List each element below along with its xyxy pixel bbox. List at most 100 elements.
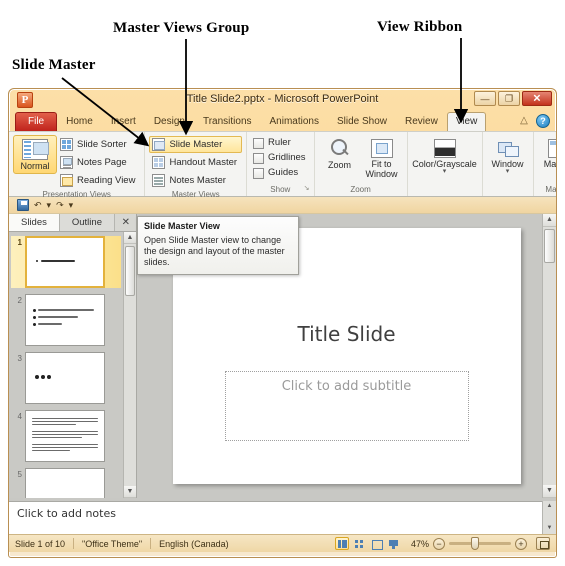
- status-slide-show-button[interactable]: [386, 537, 400, 550]
- window-caret-icon[interactable]: ▾: [487, 168, 529, 175]
- slides-panel-scrollbar[interactable]: ▲ ▼: [123, 232, 136, 498]
- tab-insert[interactable]: Insert: [102, 112, 145, 131]
- color-group-label: [412, 184, 478, 196]
- macros-icon: [547, 139, 556, 158]
- notes-page-button[interactable]: Notes Page: [57, 154, 140, 171]
- thumbnail-row-5[interactable]: 5: [11, 468, 121, 498]
- slides-panel: Slides Outline ✕ 1 2 3 4 5 ▲ ▼: [9, 214, 137, 498]
- ribbon-group-window: Window ▾: [481, 132, 533, 196]
- panel-tab-slides[interactable]: Slides: [9, 214, 60, 231]
- redo-icon[interactable]: ↷: [56, 200, 64, 210]
- tab-animations[interactable]: Animations: [261, 112, 328, 131]
- notes-master-button[interactable]: Notes Master: [149, 172, 242, 189]
- language-label[interactable]: English (Canada): [159, 539, 229, 549]
- ruler-checkbox-row[interactable]: Ruler: [251, 136, 310, 150]
- gridlines-checkbox-row[interactable]: Gridlines: [251, 151, 310, 165]
- macros-button[interactable]: Macros: [538, 137, 556, 171]
- slide-sorter-button[interactable]: Slide Sorter: [57, 136, 140, 153]
- slide-scroll-down-icon[interactable]: ▼: [543, 485, 556, 498]
- thumbnail-number: 3: [17, 354, 22, 363]
- ribbon-group-macros: Macros Macros: [532, 132, 556, 196]
- zoom-slider-track[interactable]: [449, 537, 511, 550]
- slide-master-tooltip: Slide Master View Open Slide Master view…: [137, 216, 299, 275]
- tab-design[interactable]: Design: [145, 112, 194, 131]
- customize-qat-icon[interactable]: ▾: [69, 200, 74, 210]
- panel-close-icon[interactable]: ✕: [115, 214, 136, 231]
- status-reading-view-button[interactable]: [369, 537, 383, 550]
- gridlines-label: Gridlines: [268, 152, 306, 163]
- scroll-up-icon[interactable]: ▲: [124, 232, 136, 244]
- ribbon-group-color: Color/Grayscale ▾: [406, 132, 482, 196]
- thumbnail-row-4[interactable]: 4: [11, 410, 121, 462]
- thumbnail-row-2[interactable]: 2: [11, 294, 121, 346]
- fit-slide-to-window-button[interactable]: [536, 537, 550, 550]
- collapse-ribbon-icon[interactable]: △: [518, 115, 530, 127]
- normal-view-button[interactable]: Normal: [13, 135, 57, 174]
- handout-master-button[interactable]: Handout Master: [149, 154, 242, 171]
- thumbnail-slide-2[interactable]: [25, 294, 105, 346]
- tab-home[interactable]: Home: [57, 112, 102, 131]
- undo-icon[interactable]: ↶: [34, 200, 42, 210]
- slide-scroll-thumb[interactable]: [544, 229, 555, 263]
- zoom-out-button[interactable]: −: [433, 537, 445, 550]
- ribbon-group-zoom: Zoom Fit to Window Zoom: [313, 132, 407, 196]
- notes-scrollbar[interactable]: ▲ ▼: [542, 501, 556, 534]
- color-grayscale-button[interactable]: Color/Grayscale ▾: [412, 137, 478, 177]
- slide-scrollbar[interactable]: ▲ ▼: [542, 214, 556, 498]
- notes-scroll-down-icon[interactable]: ▼: [543, 523, 556, 534]
- thumbnail-slide-1[interactable]: [25, 236, 105, 288]
- scroll-thumb[interactable]: [125, 246, 135, 296]
- zoom-in-button[interactable]: +: [515, 537, 527, 550]
- minimize-button[interactable]: —: [474, 91, 496, 106]
- help-icon[interactable]: ?: [536, 114, 550, 128]
- zoom-level-label: 47%: [410, 538, 429, 549]
- ribbon-group-show: Ruler Gridlines Guides Show ↘: [246, 132, 314, 196]
- notes-scroll-up-icon[interactable]: ▲: [543, 501, 556, 512]
- ruler-checkbox[interactable]: [253, 137, 265, 149]
- show-dialog-launcher-icon[interactable]: ↘: [304, 183, 310, 195]
- thumbnail-slide-5[interactable]: [25, 468, 105, 498]
- fit-to-window-button[interactable]: Fit to Window: [361, 137, 403, 181]
- color-grayscale-caret-icon[interactable]: ▾: [412, 168, 478, 175]
- slide-scroll-up-icon[interactable]: ▲: [543, 214, 556, 227]
- tab-view[interactable]: View: [446, 112, 487, 131]
- window-button[interactable]: Window ▾: [487, 137, 529, 177]
- thumbnail-slide-4[interactable]: [25, 410, 105, 462]
- tab-file[interactable]: File: [15, 112, 58, 131]
- master-views-list: Slide Master Handout Master Notes Master: [149, 135, 243, 189]
- tab-review[interactable]: Review: [396, 112, 447, 131]
- title-bar: P Title Slide2.pptx - Microsoft PowerPoi…: [9, 89, 556, 112]
- thumbnail-row-3[interactable]: 3: [11, 352, 121, 404]
- close-button[interactable]: ✕: [522, 91, 552, 106]
- fit-to-window-icon: [370, 139, 393, 158]
- guides-checkbox-row[interactable]: Guides: [251, 166, 310, 180]
- status-normal-view-button[interactable]: [335, 537, 349, 550]
- slide-master-button[interactable]: Slide Master: [149, 136, 243, 153]
- zoom-button[interactable]: Zoom: [319, 137, 361, 172]
- gridlines-checkbox[interactable]: [253, 152, 265, 164]
- theme-label[interactable]: "Office Theme": [82, 539, 142, 549]
- scroll-down-icon[interactable]: ▼: [124, 486, 136, 498]
- notes-placeholder[interactable]: Click to add notes: [9, 501, 542, 534]
- thumbnail-row-1[interactable]: 1: [11, 236, 121, 288]
- maximize-button[interactable]: ❐: [498, 91, 520, 106]
- undo-caret-icon[interactable]: ▾: [47, 200, 52, 210]
- status-slide-sorter-view-button[interactable]: [352, 537, 366, 550]
- slide-title-text[interactable]: Title Slide: [173, 322, 521, 346]
- slide-count-label: Slide 1 of 10: [15, 538, 66, 549]
- save-icon[interactable]: [17, 199, 29, 211]
- tab-slide-show[interactable]: Slide Show: [328, 112, 396, 131]
- notes-page-label: Notes Page: [77, 156, 127, 168]
- show-group-label: Show ↘: [251, 183, 310, 196]
- slide-subtitle-placeholder[interactable]: Click to add subtitle: [224, 371, 469, 441]
- reading-view-button[interactable]: Reading View: [57, 172, 140, 189]
- panel-tab-outline[interactable]: Outline: [59, 214, 115, 231]
- handout-master-label: Handout Master: [169, 156, 238, 168]
- zoom-slider-handle[interactable]: [471, 537, 479, 550]
- thumbnail-slide-3[interactable]: [25, 352, 105, 404]
- presentation-views-group-label: Presentation Views: [42, 190, 111, 199]
- guides-checkbox[interactable]: [253, 167, 265, 179]
- slide-scroll-track[interactable]: [543, 227, 556, 485]
- scroll-track[interactable]: [124, 244, 136, 486]
- tab-transitions[interactable]: Transitions: [194, 112, 261, 131]
